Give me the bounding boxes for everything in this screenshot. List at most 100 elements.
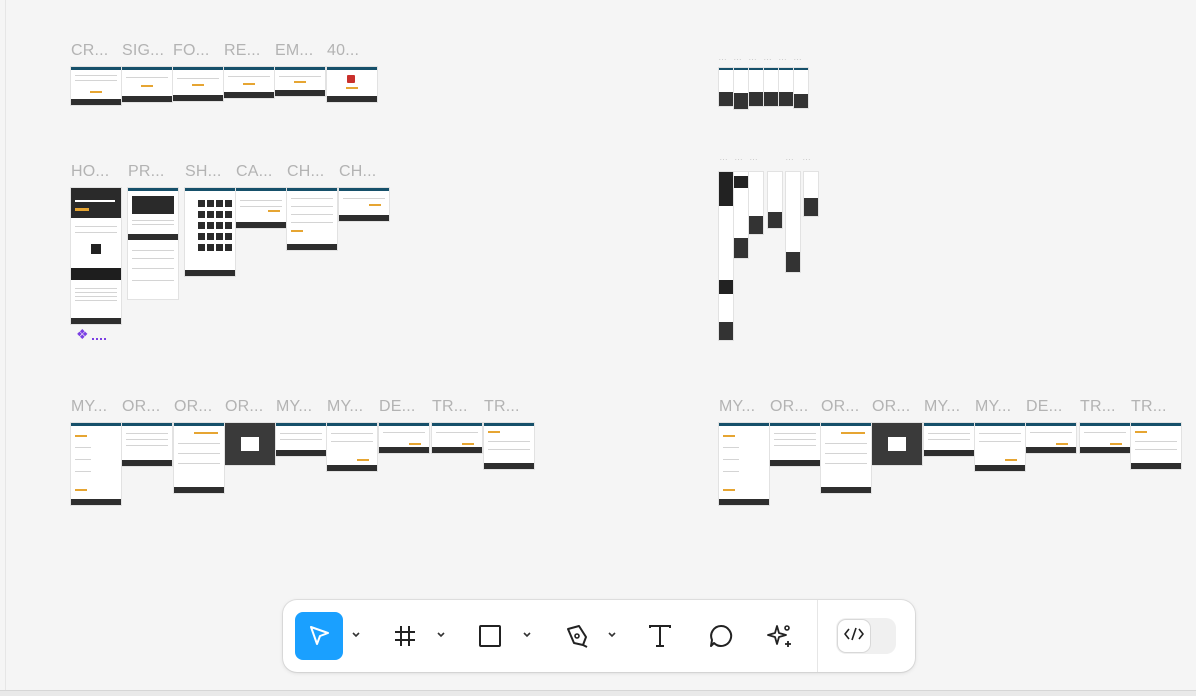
mobile-frame-thumbnail[interactable] bbox=[734, 172, 748, 258]
frame-thumbnail[interactable] bbox=[975, 423, 1025, 471]
frame-thumbnail[interactable] bbox=[71, 67, 121, 105]
comment-tool-button[interactable] bbox=[697, 612, 745, 660]
frame-label[interactable]: FO... bbox=[173, 42, 223, 60]
frame-label[interactable]: CA... bbox=[236, 163, 286, 181]
frame-label[interactable]: MY... bbox=[327, 398, 377, 416]
frame-label[interactable]: ... bbox=[749, 56, 763, 62]
mobile-frame-thumbnail[interactable] bbox=[779, 68, 793, 106]
move-tool-button[interactable] bbox=[295, 612, 343, 660]
frame-thumbnail[interactable] bbox=[1080, 423, 1130, 453]
frame-label[interactable]: MY... bbox=[71, 398, 121, 416]
frame-label[interactable]: CH... bbox=[339, 163, 389, 181]
frame-label[interactable]: OR... bbox=[122, 398, 172, 416]
frame-thumbnail[interactable] bbox=[224, 67, 274, 98]
dev-mode-toggle-knob[interactable] bbox=[838, 620, 870, 652]
design-canvas[interactable]: CR... SIG... FO... RE... EM... 40... HO.… bbox=[0, 0, 1196, 696]
frame-label[interactable]: EM... bbox=[275, 42, 325, 60]
frame-thumbnail[interactable] bbox=[122, 67, 172, 102]
frame-label[interactable]: ... bbox=[764, 56, 778, 62]
frame-label[interactable]: 40... bbox=[327, 42, 377, 60]
frame-thumbnail[interactable] bbox=[276, 423, 326, 456]
frame-thumbnail[interactable] bbox=[327, 67, 377, 102]
frame-label[interactable]: ... bbox=[719, 56, 733, 62]
frame-thumbnail[interactable] bbox=[236, 188, 286, 228]
frame-thumbnail[interactable] bbox=[770, 423, 820, 466]
frame-label[interactable]: TR... bbox=[1131, 398, 1181, 416]
mobile-frame-thumbnail[interactable] bbox=[794, 68, 808, 108]
frame-tool-button[interactable] bbox=[381, 612, 429, 660]
frame-label[interactable]: ... bbox=[750, 156, 764, 162]
chevron-down-icon bbox=[607, 631, 617, 639]
pen-tool-menu-caret[interactable] bbox=[606, 628, 618, 642]
frame-thumbnail[interactable] bbox=[71, 423, 121, 505]
mobile-frame-thumbnail[interactable] bbox=[719, 68, 733, 106]
frame-label[interactable]: PR... bbox=[128, 163, 178, 181]
pen-tool-button[interactable] bbox=[553, 612, 601, 660]
mobile-frame-thumbnail[interactable] bbox=[749, 68, 763, 106]
frame-thumbnail[interactable] bbox=[173, 67, 223, 101]
mobile-frame-thumbnail[interactable] bbox=[804, 172, 818, 216]
frame-thumbnail[interactable] bbox=[327, 423, 377, 471]
frame-label[interactable]: MY... bbox=[975, 398, 1025, 416]
frame-label[interactable]: TR... bbox=[1080, 398, 1130, 416]
frame-thumbnail[interactable] bbox=[287, 188, 337, 250]
frame-thumbnail[interactable] bbox=[339, 188, 389, 221]
frame-thumbnail[interactable] bbox=[484, 423, 534, 469]
frame-label[interactable]: OR... bbox=[770, 398, 820, 416]
frame-label[interactable]: OR... bbox=[872, 398, 922, 416]
frame-label[interactable]: CR... bbox=[71, 42, 121, 60]
frame-label[interactable]: HO... bbox=[71, 163, 121, 181]
frame-thumbnail[interactable] bbox=[185, 188, 235, 276]
component-icon[interactable]: ❖ bbox=[76, 326, 89, 343]
frame-label[interactable]: CH... bbox=[287, 163, 337, 181]
mobile-frame-thumbnail[interactable] bbox=[719, 172, 733, 340]
mobile-frame-thumbnail[interactable] bbox=[764, 68, 778, 106]
text-tool-button[interactable] bbox=[636, 612, 684, 660]
frame-label[interactable]: ... bbox=[720, 156, 734, 162]
frame-thumbnail[interactable] bbox=[719, 423, 769, 505]
ai-tool-button[interactable] bbox=[756, 612, 804, 660]
frame-thumbnail[interactable] bbox=[924, 423, 974, 456]
frame-thumbnail[interactable] bbox=[225, 423, 275, 465]
frame-thumbnail[interactable] bbox=[128, 188, 178, 299]
frame-thumbnail[interactable] bbox=[872, 423, 922, 465]
frame-label[interactable]: ... bbox=[803, 156, 817, 162]
mobile-frame-thumbnail[interactable] bbox=[768, 172, 782, 228]
mobile-frame-thumbnail[interactable] bbox=[734, 68, 748, 109]
frame-label[interactable]: ... bbox=[779, 56, 793, 62]
frame-thumbnail[interactable] bbox=[71, 188, 121, 324]
move-tool-menu-caret[interactable] bbox=[350, 628, 362, 642]
frame-label[interactable]: SIG... bbox=[122, 42, 172, 60]
frame-thumbnail[interactable] bbox=[122, 423, 172, 466]
chevron-down-icon bbox=[522, 631, 532, 639]
frame-label[interactable]: TR... bbox=[484, 398, 534, 416]
dev-mode-toggle[interactable] bbox=[836, 618, 896, 654]
frame-label[interactable]: RE... bbox=[224, 42, 274, 60]
frame-label[interactable]: SH... bbox=[185, 163, 235, 181]
frame-label[interactable]: TR... bbox=[432, 398, 482, 416]
mobile-frame-thumbnail[interactable] bbox=[749, 172, 763, 234]
frame-label[interactable]: OR... bbox=[174, 398, 224, 416]
frame-label[interactable]: MY... bbox=[276, 398, 326, 416]
frame-label[interactable]: DE... bbox=[1026, 398, 1076, 416]
frame-thumbnail[interactable] bbox=[174, 423, 224, 493]
frame-thumbnail[interactable] bbox=[1026, 423, 1076, 453]
frame-label[interactable]: ... bbox=[786, 156, 800, 162]
frame-label[interactable]: OR... bbox=[821, 398, 871, 416]
frame-thumbnail[interactable] bbox=[1131, 423, 1181, 469]
frame-thumbnail[interactable] bbox=[379, 423, 429, 453]
frame-label[interactable]: ... bbox=[735, 156, 749, 162]
frame-thumbnail[interactable] bbox=[821, 423, 871, 493]
frame-thumbnail[interactable] bbox=[432, 423, 482, 453]
frame-label[interactable]: DE... bbox=[379, 398, 429, 416]
frame-tool-menu-caret[interactable] bbox=[435, 628, 447, 642]
frame-label[interactable]: ... bbox=[734, 56, 748, 62]
frame-thumbnail[interactable] bbox=[275, 67, 325, 96]
mobile-frame-thumbnail[interactable] bbox=[786, 172, 800, 272]
frame-label[interactable]: MY... bbox=[924, 398, 974, 416]
shape-tool-menu-caret[interactable] bbox=[521, 628, 533, 642]
frame-label[interactable]: OR... bbox=[225, 398, 275, 416]
frame-label[interactable]: MY... bbox=[719, 398, 769, 416]
shape-tool-button[interactable] bbox=[466, 612, 514, 660]
frame-label[interactable]: ... bbox=[794, 56, 808, 62]
